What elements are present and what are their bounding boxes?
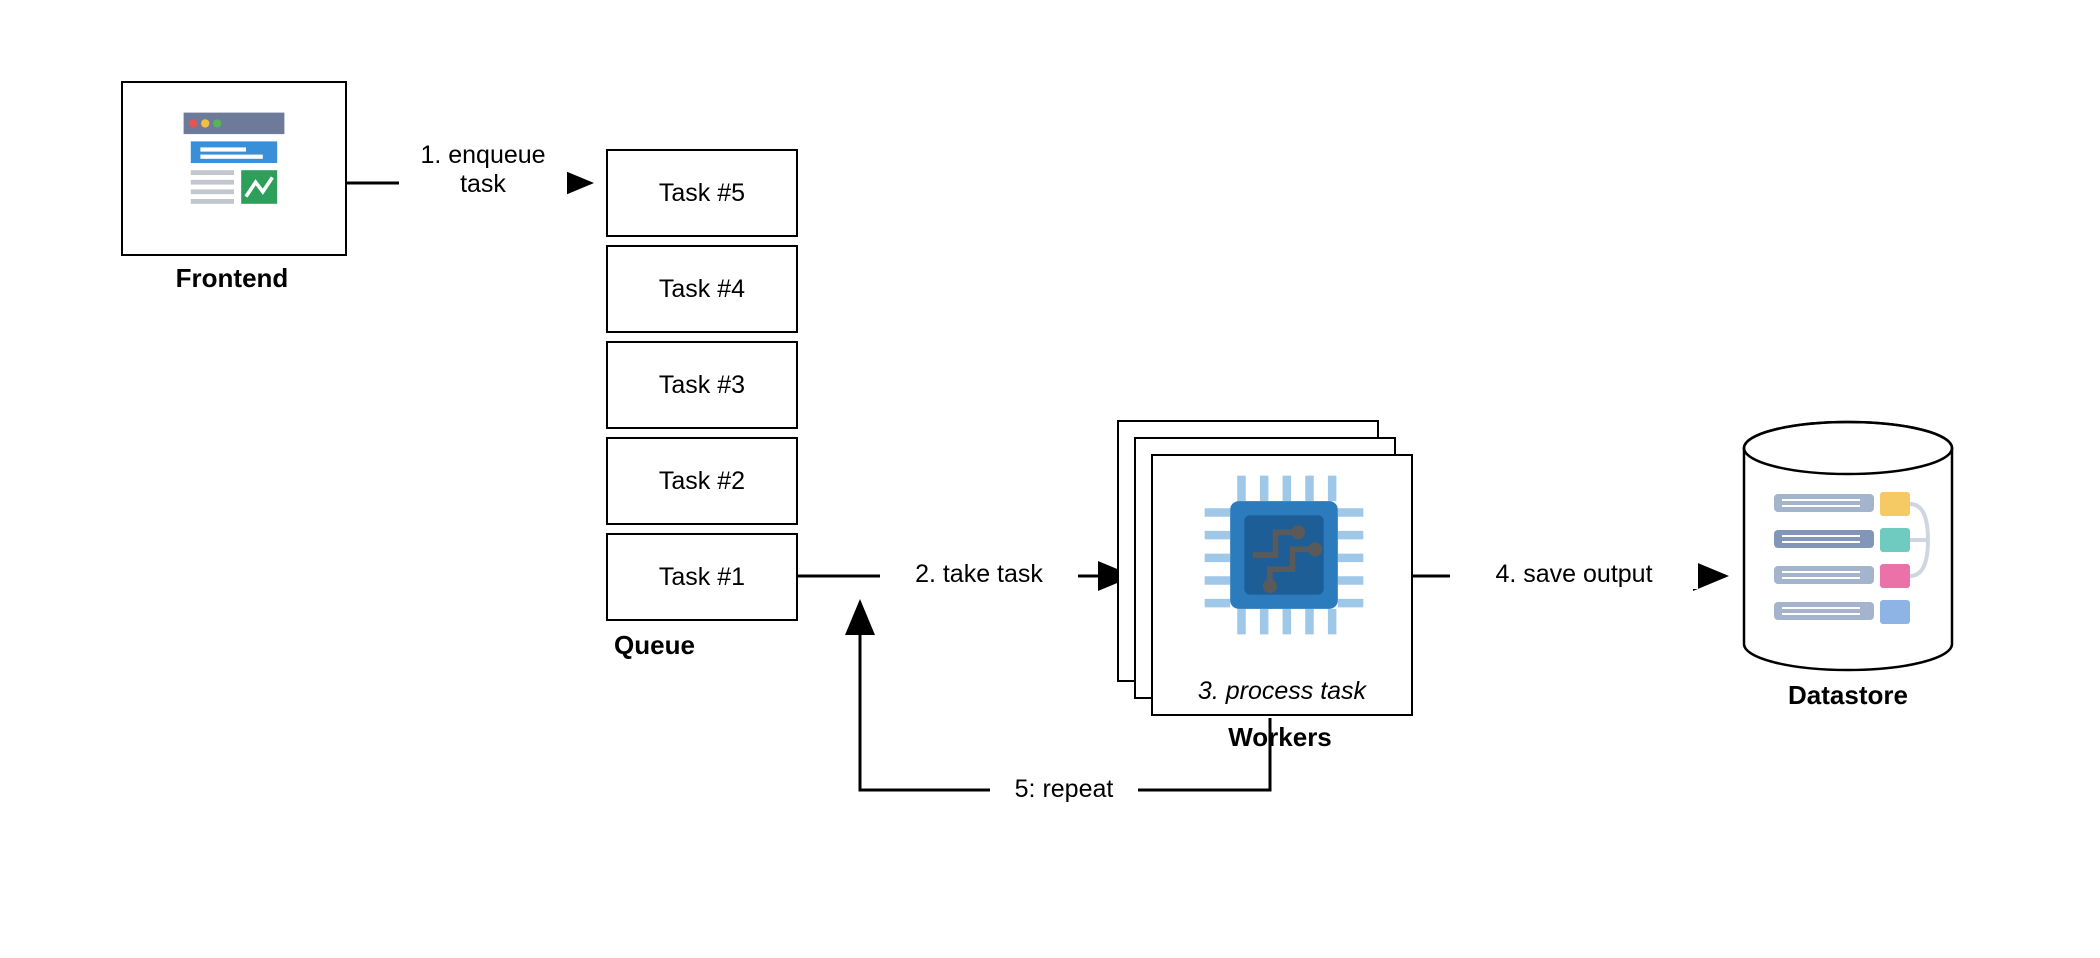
queue-cell-0: Task #5 — [606, 149, 798, 237]
queue-label: Queue — [606, 630, 802, 661]
queue-cell-3: Task #2 — [606, 437, 798, 525]
queue-cell-1: Task #4 — [606, 245, 798, 333]
step-take-task: 2. take task — [880, 560, 1078, 589]
step-enqueue-line1: 1. enqueue — [399, 141, 567, 170]
step-repeat: 5: repeat — [990, 775, 1138, 804]
architecture-diagram: Frontend 1. enqueue task Task #5 Task #4… — [0, 0, 2100, 958]
frontend-label: Frontend — [121, 263, 343, 294]
datastore-label: Datastore — [1740, 680, 1956, 711]
queue-cell-4: Task #1 — [606, 533, 798, 621]
datastore-node — [1740, 420, 1956, 676]
browser-icon — [174, 103, 294, 223]
queue-cell-2: Task #3 — [606, 341, 798, 429]
frontend-node — [121, 81, 347, 256]
step-save-output: 4. save output — [1450, 560, 1698, 589]
step-enqueue-line2: task — [399, 170, 567, 199]
